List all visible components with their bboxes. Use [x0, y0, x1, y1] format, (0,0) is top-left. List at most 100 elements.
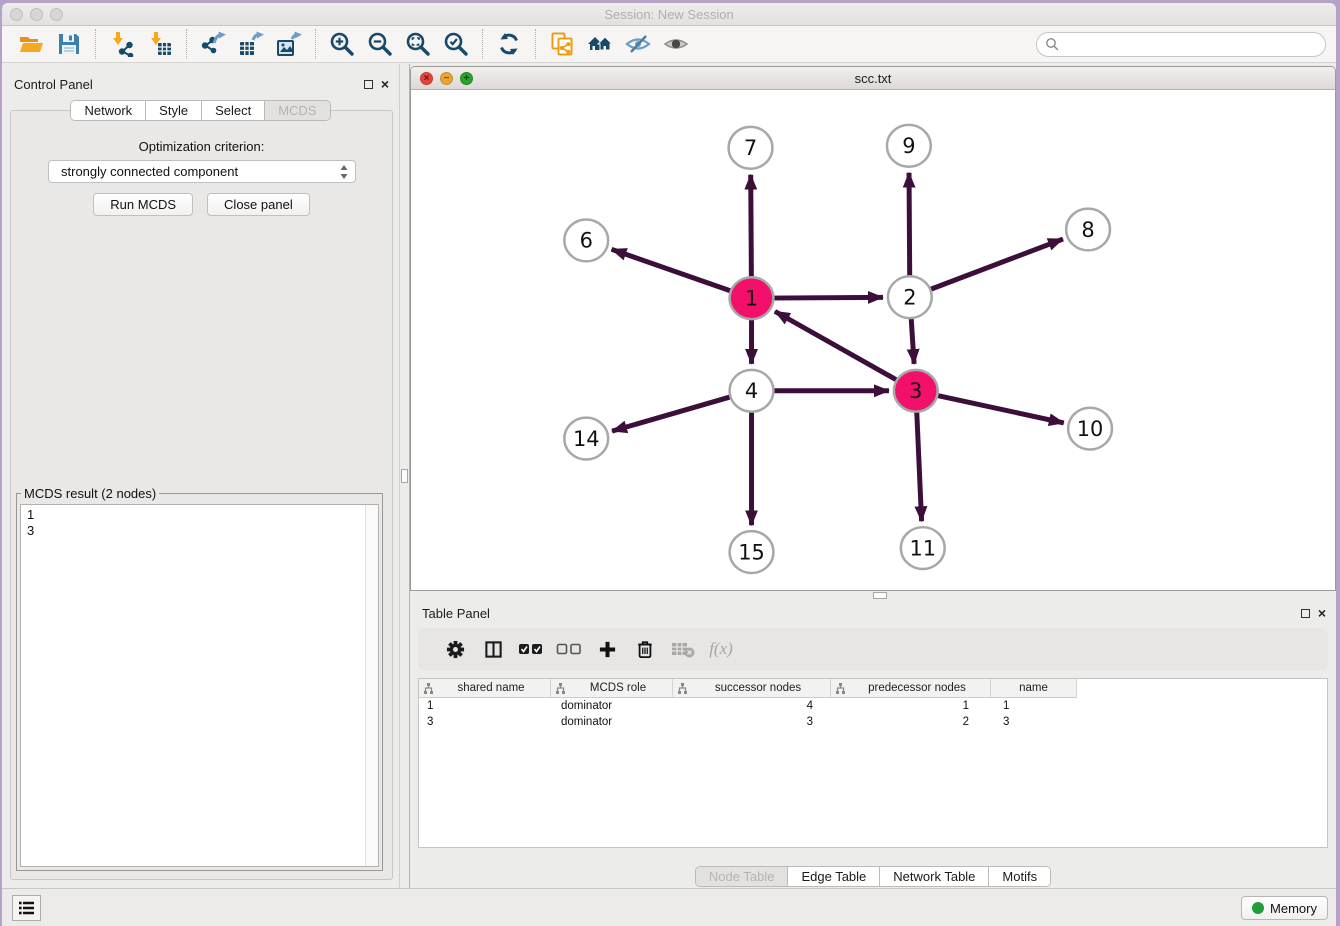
graph-edge-1-2[interactable]: [771, 297, 883, 298]
table-cell[interactable]: 1: [419, 700, 551, 712]
show-columns-button[interactable]: [474, 633, 512, 665]
graph-edge-3-1[interactable]: [775, 311, 899, 381]
close-panel-button-mcds[interactable]: Close panel: [207, 193, 310, 216]
hierarchy-icon: [423, 683, 434, 694]
column-header-name[interactable]: name: [991, 679, 1077, 698]
home-layout-button[interactable]: [581, 29, 619, 60]
node-table-header: shared name MCDS role successor nodes: [419, 679, 1327, 698]
table-cell[interactable]: 3: [991, 716, 1077, 728]
network-canvas[interactable]: 1234678910111415: [411, 90, 1335, 590]
graph-node-label-15: 15: [738, 540, 765, 564]
zoom-out-button[interactable]: [361, 29, 399, 60]
toolbar-separator: [482, 29, 483, 59]
table-cell[interactable]: dominator: [551, 700, 673, 712]
create-column-button[interactable]: [588, 633, 626, 665]
network-minimize-button[interactable]: −: [440, 72, 453, 85]
search-input[interactable]: [1064, 37, 1317, 51]
task-history-button[interactable]: [12, 895, 41, 921]
graph-edge-4-14[interactable]: [612, 396, 732, 431]
mcds-result-box[interactable]: 13: [20, 504, 379, 867]
graph-edge-2-8[interactable]: [928, 239, 1062, 290]
column-header-successor-nodes[interactable]: successor nodes: [673, 679, 831, 698]
memory-button[interactable]: Memory: [1241, 896, 1328, 920]
tab-edge-table[interactable]: Edge Table: [788, 867, 880, 886]
network-close-button[interactable]: ×: [420, 72, 433, 85]
export-network-button[interactable]: [194, 29, 232, 60]
graph-edge-3-11[interactable]: [917, 411, 922, 522]
show-all-button[interactable]: [657, 29, 695, 60]
maximize-window-button[interactable]: [50, 8, 63, 21]
table-row[interactable]: 3dominator323: [419, 714, 1327, 730]
refresh-button[interactable]: [490, 29, 528, 60]
tab-mcds[interactable]: MCDS: [265, 101, 329, 120]
tab-node-table[interactable]: Node Table: [696, 867, 789, 886]
tab-select[interactable]: Select: [202, 101, 265, 120]
zoom-fit-button[interactable]: [399, 29, 437, 60]
zoom-fit-icon: [405, 31, 431, 57]
save-session-button[interactable]: [50, 29, 88, 60]
graph-edge-1-6[interactable]: [612, 249, 733, 291]
result-scrollbar[interactable]: [365, 505, 378, 866]
tab-motifs[interactable]: Motifs: [989, 867, 1050, 886]
network-window-titlebar[interactable]: × − + scc.txt: [411, 67, 1335, 90]
export-table-button[interactable]: [232, 29, 270, 60]
delete-table-button[interactable]: [664, 633, 702, 665]
close-table-panel-button[interactable]: ×: [1318, 608, 1326, 618]
delete-column-button[interactable]: [626, 633, 664, 665]
deselect-all-button[interactable]: [550, 633, 588, 665]
splitter-handle[interactable]: [401, 469, 408, 483]
horizontal-splitter[interactable]: [410, 591, 1336, 600]
tab-network[interactable]: Network: [71, 101, 146, 120]
hide-selected-button[interactable]: [619, 29, 657, 60]
graph-node-label-6: 6: [580, 229, 593, 253]
table-cell[interactable]: 1: [831, 700, 991, 712]
table-cell[interactable]: 3: [419, 716, 551, 728]
table-settings-button[interactable]: [436, 633, 474, 665]
network-graph[interactable]: 1234678910111415: [411, 90, 1335, 590]
unchecked-boxes-icon: [556, 642, 582, 656]
mcds-result-line: 1: [27, 507, 372, 523]
clone-network-button[interactable]: [543, 29, 581, 60]
graph-edge-3-10[interactable]: [935, 395, 1064, 423]
graph-edge-2-9[interactable]: [909, 173, 910, 278]
columns-icon: [484, 640, 503, 659]
zoom-selected-button[interactable]: [437, 29, 475, 60]
list-icon: [18, 900, 36, 916]
minimize-window-button[interactable]: [30, 8, 43, 21]
table-cell[interactable]: dominator: [551, 716, 673, 728]
column-header-shared-name[interactable]: shared name: [419, 679, 551, 698]
table-cell[interactable]: 1: [991, 700, 1077, 712]
column-header-mcds-role[interactable]: MCDS role: [551, 679, 673, 698]
horizontal-splitter-handle[interactable]: [873, 592, 887, 599]
float-panel-button[interactable]: [364, 80, 373, 89]
tab-style[interactable]: Style: [146, 101, 202, 120]
houses-icon: [587, 31, 613, 57]
open-file-button[interactable]: [12, 29, 50, 60]
table-row[interactable]: 1dominator411: [419, 698, 1327, 714]
vertical-splitter[interactable]: [399, 64, 410, 888]
import-table-button[interactable]: [141, 29, 179, 60]
close-window-button[interactable]: [10, 8, 23, 21]
function-builder-button[interactable]: f(x): [702, 633, 740, 665]
zoom-in-button[interactable]: [323, 29, 361, 60]
table-cell[interactable]: 2: [831, 716, 991, 728]
select-all-button[interactable]: [512, 633, 550, 665]
network-maximize-button[interactable]: +: [460, 72, 473, 85]
table-cell[interactable]: 4: [673, 700, 831, 712]
graph-node-label-11: 11: [909, 536, 936, 560]
open-folder-icon: [18, 31, 44, 57]
float-table-panel-button[interactable]: [1301, 609, 1310, 618]
run-mcds-button[interactable]: Run MCDS: [93, 193, 193, 216]
main-titlebar: Session: New Session: [2, 3, 1336, 26]
tab-network-table[interactable]: Network Table: [880, 867, 989, 886]
graph-edge-1-7[interactable]: [751, 175, 752, 279]
table-cell[interactable]: 3: [673, 716, 831, 728]
close-panel-button[interactable]: ×: [381, 79, 389, 89]
import-network-button[interactable]: [103, 29, 141, 60]
zoom-in-icon: [329, 31, 355, 57]
graph-edge-2-3[interactable]: [911, 317, 914, 364]
export-image-button[interactable]: [270, 29, 308, 60]
search-box[interactable]: [1036, 32, 1326, 57]
criterion-select[interactable]: strongly connected component: [48, 160, 356, 183]
column-header-predecessor-nodes[interactable]: predecessor nodes: [831, 679, 991, 698]
